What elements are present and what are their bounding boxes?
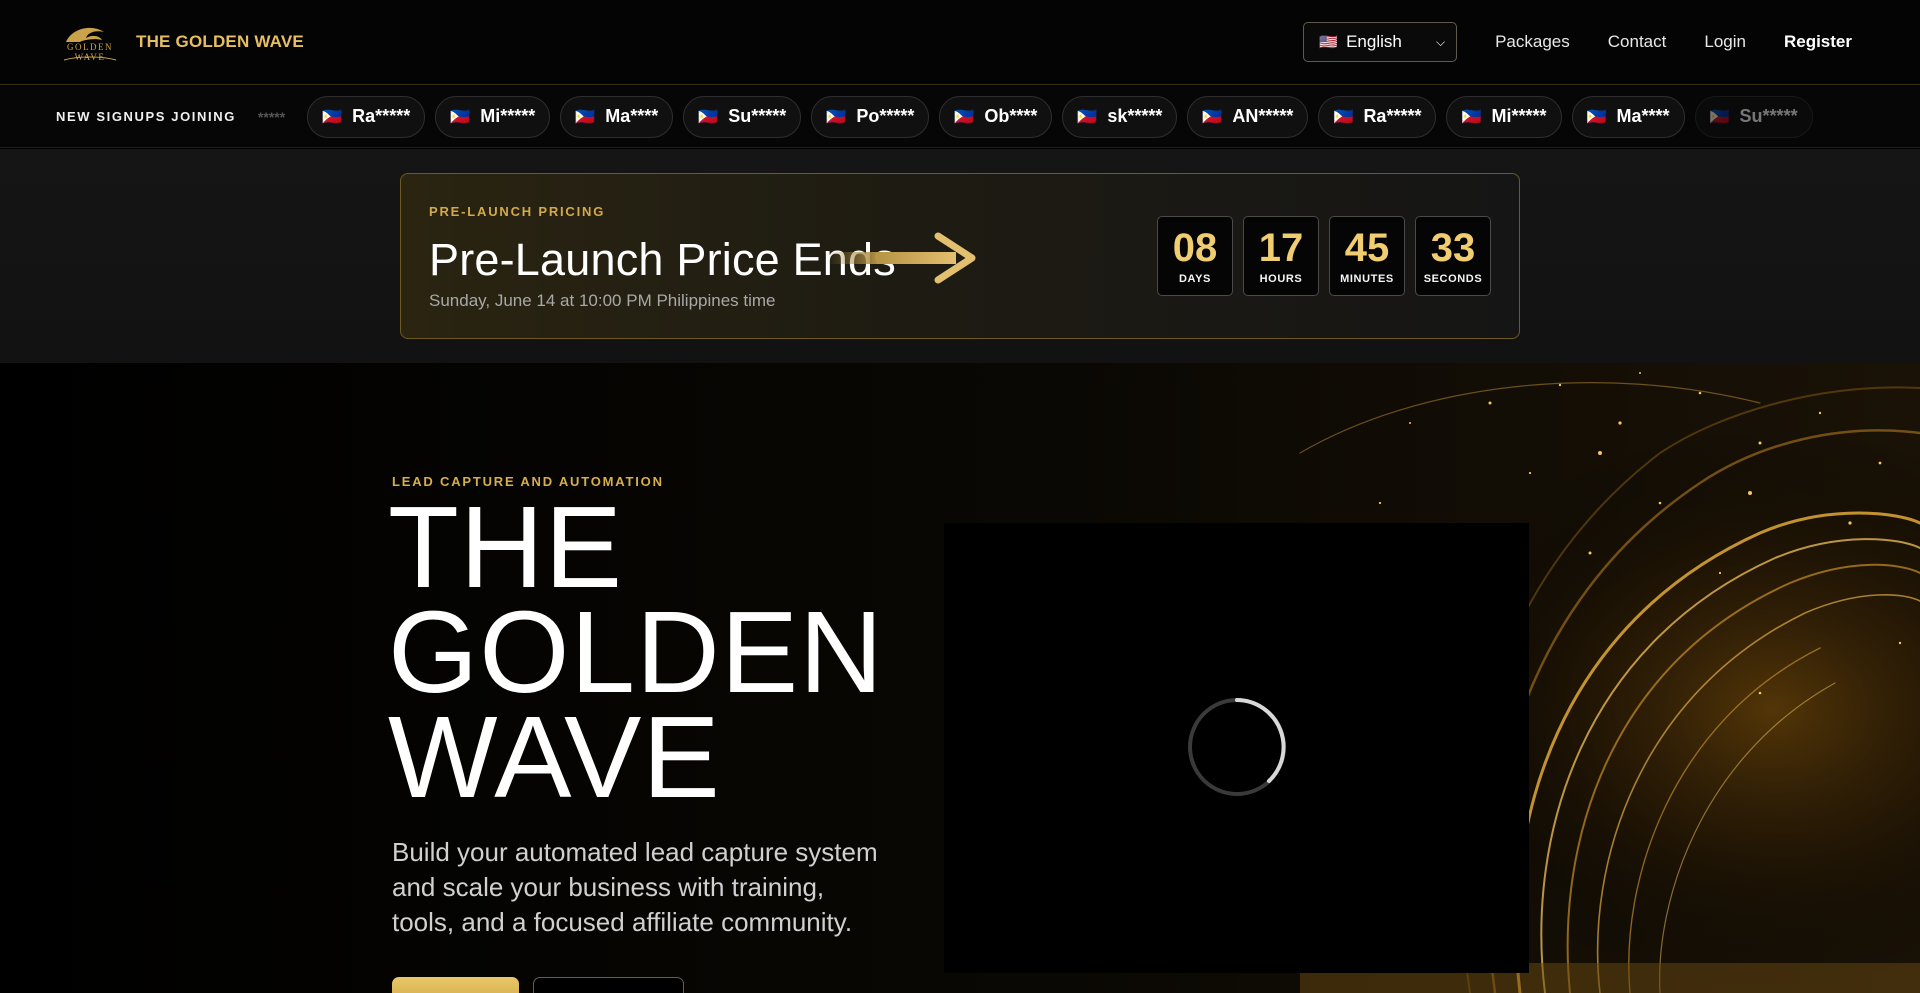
signup-chip: 🇵🇭 Mi***** — [1446, 95, 1562, 138]
ph-flag-icon: 🇵🇭 — [826, 108, 846, 126]
hero-title-line: THE — [388, 482, 623, 612]
countdown-seconds: 33 SECONDS — [1415, 216, 1491, 296]
countdown-timer: 08 DAYS 17 HOURS 45 MINUTES 33 SECONDS — [1147, 216, 1491, 296]
ph-flag-icon: 🇵🇭 — [322, 108, 342, 126]
signup-chip: 🇵🇭 Su***** — [683, 95, 802, 138]
ph-flag-icon: 🇵🇭 — [1586, 108, 1607, 126]
brand[interactable]: GOLDEN WAVE THE GOLDEN WAVE — [58, 20, 304, 64]
signup-chip: 🇵🇭 Ra***** — [307, 95, 426, 138]
signup-name: Ma**** — [605, 106, 659, 126]
promo-band: PRE-LAUNCH PRICING Pre-Launch Price Ends… — [0, 149, 1920, 363]
signup-name: Su***** — [1739, 106, 1798, 126]
loading-spinner-icon — [1188, 698, 1286, 796]
ph-flag-icon: 🇵🇭 — [698, 108, 718, 126]
signup-name: AN***** — [1232, 106, 1294, 126]
countdown-minutes: 45 MINUTES — [1329, 216, 1405, 296]
arrow-right-icon — [826, 232, 976, 284]
countdown-unit: MINUTES — [1340, 273, 1394, 285]
language-select-value: English — [1346, 32, 1402, 51]
ph-flag-icon: 🇵🇭 — [450, 108, 470, 126]
signup-name: Mi***** — [480, 106, 536, 126]
nav-link-login[interactable]: Login — [1704, 32, 1746, 52]
countdown-unit: DAYS — [1179, 273, 1211, 285]
ticker-fragment: ***** — [257, 108, 286, 125]
countdown-days: 08 DAYS — [1157, 216, 1233, 296]
signup-chip: 🇵🇭 Ma**** — [1571, 95, 1685, 138]
ph-flag-icon: 🇵🇭 — [954, 108, 974, 126]
language-select[interactable]: 🇺🇸 English ⌵ — [1303, 22, 1458, 62]
ph-flag-icon: 🇵🇭 — [1333, 108, 1353, 126]
signup-chip: 🇵🇭 Ra***** — [1318, 95, 1437, 138]
top-navigation: GOLDEN WAVE THE GOLDEN WAVE 🇺🇸 English ⌵… — [0, 0, 1920, 85]
signup-chip: 🇵🇭 Mi***** — [435, 95, 551, 138]
hero-title-line: WAVE — [388, 692, 721, 822]
signup-name: Po***** — [856, 106, 915, 126]
signup-name: Ma**** — [1616, 106, 1670, 126]
primary-cta-button[interactable] — [392, 977, 519, 993]
ticker-label: NEW SIGNUPS JOINING — [56, 109, 236, 124]
signup-chip: 🇵🇭 Po***** — [811, 95, 930, 138]
nav-link-register[interactable]: Register — [1784, 32, 1852, 52]
ph-flag-icon: 🇵🇭 — [1202, 108, 1222, 126]
golden-wave-logo-icon: GOLDEN WAVE — [58, 20, 122, 64]
signup-chip: 🇵🇭 Su***** — [1694, 95, 1813, 138]
countdown-unit: HOURS — [1259, 273, 1303, 285]
signup-name: Ra***** — [1363, 106, 1422, 126]
hero-title: THE GOLDEN WAVE — [388, 482, 884, 822]
ph-flag-icon: 🇵🇭 — [1077, 108, 1097, 126]
ph-flag-icon: 🇵🇭 — [1461, 108, 1481, 126]
chevron-down-icon: ⌵ — [1435, 35, 1446, 49]
ph-flag-icon: 🇵🇭 — [575, 108, 595, 126]
brand-name: THE GOLDEN WAVE — [136, 32, 304, 51]
us-flag-icon: 🇺🇸 — [1319, 34, 1338, 51]
signup-chip: 🇵🇭 AN***** — [1187, 95, 1309, 138]
nav-link-contact[interactable]: Contact — [1608, 32, 1667, 52]
secondary-cta-button[interactable] — [533, 977, 684, 993]
signup-chip: 🇵🇭 Ob**** — [939, 95, 1053, 138]
signup-chip: 🇵🇭 sk***** — [1062, 95, 1178, 138]
countdown-value: 08 — [1172, 226, 1218, 270]
signup-name: Ob**** — [984, 106, 1038, 126]
countdown-hours: 17 HOURS — [1243, 216, 1319, 296]
hero-section: LEAD CAPTURE AND AUTOMATION THE GOLDEN W… — [0, 363, 1920, 993]
signup-chip-list: 🇵🇭 Ra***** 🇵🇭 Mi***** 🇵🇭 Ma**** 🇵🇭 Su***** 🇵🇭 Po*… — [307, 95, 1822, 138]
signup-chip: 🇵🇭 Ma**** — [560, 95, 674, 138]
countdown-value: 33 — [1430, 226, 1476, 270]
signup-name: Su***** — [728, 106, 787, 126]
nav-link-packages[interactable]: Packages — [1495, 32, 1570, 52]
promo-subtitle: Sunday, June 14 at 10:00 PM Philippines … — [429, 291, 776, 310]
signup-name: Mi***** — [1491, 106, 1547, 126]
video-player[interactable] — [944, 523, 1529, 973]
signup-name: Ra***** — [352, 106, 411, 126]
ph-flag-icon: 🇵🇭 — [1709, 108, 1730, 126]
pre-launch-banner: PRE-LAUNCH PRICING Pre-Launch Price Ends… — [400, 173, 1520, 339]
signup-name: sk***** — [1107, 106, 1163, 126]
countdown-value: 17 — [1258, 226, 1304, 270]
countdown-unit: SECONDS — [1423, 273, 1483, 285]
hero-description: Build your automated lead capture system… — [392, 837, 878, 937]
signup-ticker: NEW SIGNUPS JOINING ***** 🇵🇭 Ra***** 🇵🇭 Mi*… — [0, 86, 1920, 148]
hero-title-line: GOLDEN — [388, 587, 884, 717]
countdown-value: 45 — [1344, 226, 1390, 270]
promo-eyebrow: PRE-LAUNCH PRICING — [429, 204, 606, 219]
logo-text: GOLDEN WAVE — [67, 42, 113, 62]
